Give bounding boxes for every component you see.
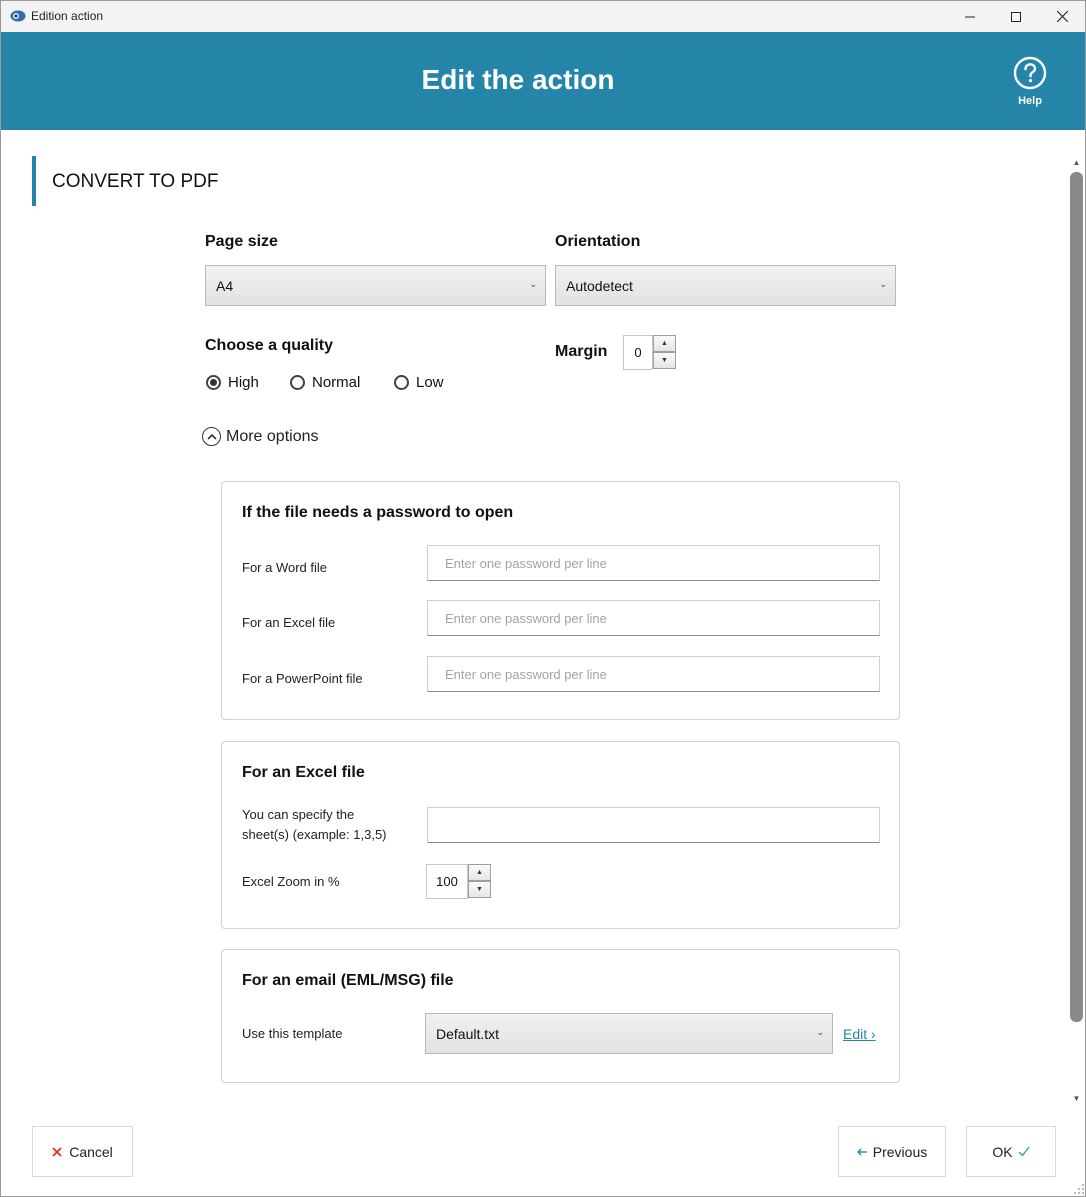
sheets-label-line2: sheet(s) (example: 1,3,5) — [242, 827, 387, 842]
edition-action-window: Edition action Edit the action Help ▲ ▼ … — [0, 0, 1086, 1197]
more-options-toggle[interactable]: More options — [202, 427, 319, 446]
page-size-label: Page size — [205, 233, 278, 250]
excel-panel-title: For an Excel file — [242, 764, 365, 781]
minimize-button[interactable] — [947, 1, 993, 32]
radio-unchecked-icon[interactable] — [394, 375, 409, 390]
maximize-icon — [1011, 11, 1021, 22]
quality-label: Choose a quality — [205, 337, 334, 354]
template-select[interactable]: Default.txt ⌄ — [425, 1013, 833, 1054]
template-value: Default.txt — [436, 1025, 500, 1042]
page-size-value: A4 — [216, 277, 234, 294]
password-panel-title: If the file needs a password to open — [242, 504, 514, 521]
margin-increment-button[interactable]: ▲ — [653, 335, 676, 352]
excel-zoom-input[interactable]: 100 — [426, 864, 468, 899]
resize-grip-icon[interactable] — [1073, 1183, 1085, 1195]
minimize-icon — [965, 16, 975, 17]
sheets-label-line1: You can specify the — [242, 807, 355, 822]
section-accent-bar — [32, 156, 36, 206]
margin-decrement-button[interactable]: ▼ — [653, 352, 676, 369]
checkmark-icon — [1018, 1146, 1030, 1157]
close-button[interactable] — [1039, 1, 1085, 32]
previous-button[interactable]: Previous — [838, 1126, 946, 1177]
quality-option-high[interactable]: High — [206, 374, 259, 391]
vertical-scrollbar[interactable]: ▲ ▼ — [1068, 154, 1085, 1106]
excel-password-label: For an Excel file — [242, 615, 336, 630]
chevron-down-icon: ⌄ — [879, 279, 887, 289]
excel-zoom-decrement-button[interactable]: ▼ — [468, 881, 491, 898]
app-icon — [10, 10, 26, 22]
radio-checked-icon[interactable] — [206, 375, 221, 390]
window-title: Edition action — [31, 9, 104, 23]
header-banner: Edit the action Help — [1, 32, 1085, 130]
quality-option-normal[interactable]: Normal — [290, 374, 360, 391]
template-label: Use this template — [242, 1026, 343, 1041]
quality-option-label: Low — [416, 374, 444, 391]
title-bar: Edition action — [1, 1, 1085, 32]
page-size-select[interactable]: A4 ⌄ — [205, 265, 546, 306]
cancel-x-icon — [52, 1146, 62, 1157]
word-password-input[interactable] — [427, 545, 880, 581]
excel-password-input[interactable] — [427, 600, 880, 636]
margin-input[interactable]: 0 — [623, 335, 653, 370]
ok-label: OK — [992, 1143, 1013, 1160]
sheets-input[interactable] — [427, 807, 880, 843]
cancel-label: Cancel — [69, 1143, 113, 1160]
radio-unchecked-icon[interactable] — [290, 375, 305, 390]
powerpoint-password-input[interactable] — [427, 656, 880, 692]
orientation-select[interactable]: Autodetect ⌄ — [555, 265, 896, 306]
help-icon — [1013, 56, 1047, 90]
close-icon — [1056, 11, 1068, 22]
orientation-label: Orientation — [555, 233, 641, 250]
edit-template-link[interactable]: Edit › — [843, 1026, 876, 1042]
quality-option-low[interactable]: Low — [394, 374, 444, 391]
orientation-value: Autodetect — [566, 277, 633, 294]
help-button[interactable]: Help — [1009, 56, 1051, 107]
maximize-button[interactable] — [993, 1, 1039, 32]
email-panel: For an email (EML/MSG) file Use this tem… — [221, 949, 900, 1083]
powerpoint-password-label: For a PowerPoint file — [242, 671, 363, 686]
cancel-button[interactable]: Cancel — [32, 1126, 133, 1177]
chevron-down-icon: ⌄ — [529, 279, 537, 289]
word-password-label: For a Word file — [242, 560, 328, 575]
section-title: CONVERT TO PDF — [52, 171, 219, 192]
quality-option-label: High — [228, 374, 259, 391]
help-label: Help — [1018, 95, 1042, 107]
quality-option-label: Normal — [312, 374, 361, 391]
scroll-down-arrow-icon[interactable]: ▼ — [1068, 1090, 1085, 1106]
more-options-label: More options — [226, 427, 319, 445]
page-title: Edit the action — [421, 64, 615, 95]
scroll-up-arrow-icon[interactable]: ▲ — [1068, 154, 1085, 170]
excel-panel: For an Excel file You can specify the sh… — [221, 741, 900, 929]
excel-zoom-increment-button[interactable]: ▲ — [468, 864, 491, 881]
previous-label: Previous — [872, 1143, 928, 1160]
email-panel-title: For an email (EML/MSG) file — [242, 972, 454, 989]
chevron-down-icon: ⌄ — [816, 1027, 824, 1037]
margin-label: Margin — [555, 343, 608, 360]
excel-zoom-label: Excel Zoom in % — [242, 874, 340, 889]
ok-button[interactable]: OK — [966, 1126, 1056, 1177]
arrow-left-icon — [856, 1148, 867, 1155]
scroll-thumb[interactable] — [1070, 172, 1083, 1022]
chevron-up-icon — [202, 427, 221, 446]
password-panel: If the file needs a password to open For… — [221, 481, 900, 720]
